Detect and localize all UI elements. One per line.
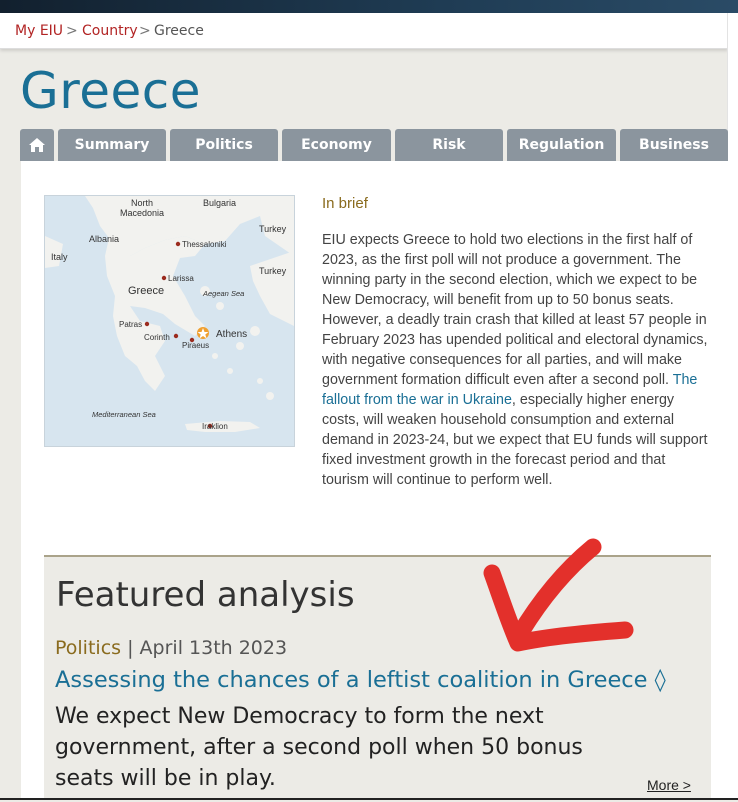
tab-summary[interactable]: Summary — [58, 129, 166, 161]
greece-map: North Macedonia Bulgaria Albania Thessal… — [44, 195, 295, 447]
breadcrumb-separator: > — [139, 23, 151, 39]
meta-separator: | — [127, 637, 134, 659]
scrollbar[interactable] — [727, 13, 738, 800]
top-bar — [0, 0, 738, 13]
svg-text:Piraeus: Piraeus — [182, 341, 209, 350]
breadcrumb-country[interactable]: Country — [82, 23, 138, 39]
red-arrow-annotation — [483, 538, 634, 652]
page-title: Greece — [20, 62, 201, 120]
tab-politics[interactable]: Politics — [170, 129, 278, 161]
in-brief-title: In brief — [322, 195, 368, 212]
svg-text:Larissa: Larissa — [168, 274, 194, 283]
svg-text:Greece: Greece — [128, 285, 164, 297]
tab-risk[interactable]: Risk — [395, 129, 503, 161]
featured-date: April 13th 2023 — [139, 637, 288, 659]
tab-regulation[interactable]: Regulation — [507, 129, 616, 161]
tab-business[interactable]: Business — [620, 129, 728, 161]
svg-text:Macedonia: Macedonia — [120, 208, 164, 218]
featured-category[interactable]: Politics — [55, 637, 121, 659]
svg-text:Corinth: Corinth — [144, 333, 170, 342]
main-content: North Macedonia Bulgaria Albania Thessal… — [21, 161, 728, 802]
breadcrumb: My EIU > Country > Greece — [0, 13, 728, 49]
svg-text:Turkey: Turkey — [259, 224, 287, 234]
in-brief-paragraph-start: EIU expects Greece to hold two elections… — [322, 232, 708, 388]
svg-text:North: North — [131, 198, 153, 208]
featured-article-link[interactable]: Assessing the chances of a leftist coali… — [55, 667, 666, 693]
breadcrumb-separator: > — [66, 23, 78, 39]
featured-summary: We expect New Democracy to form the next… — [55, 704, 583, 791]
svg-text:Turkey: Turkey — [259, 266, 287, 276]
breadcrumb-my-eiu[interactable]: My EIU — [15, 23, 63, 39]
svg-text:Albania: Albania — [89, 234, 119, 244]
breadcrumb-current: Greece — [154, 23, 204, 39]
map-graphic: North Macedonia Bulgaria Albania Thessal… — [45, 196, 294, 446]
svg-text:Mediterranean Sea: Mediterranean Sea — [92, 410, 156, 419]
svg-text:Aegean Sea: Aegean Sea — [202, 289, 244, 298]
svg-text:Iraklion: Iraklion — [202, 422, 228, 431]
featured-analysis-title: Featured analysis — [56, 575, 355, 615]
svg-text:Bulgaria: Bulgaria — [203, 198, 236, 208]
svg-text:Italy: Italy — [51, 252, 68, 262]
svg-text:Thessaloniki: Thessaloniki — [182, 240, 227, 249]
home-icon — [29, 138, 45, 152]
tab-economy[interactable]: Economy — [282, 129, 391, 161]
in-brief-text: EIU expects Greece to hold two elections… — [322, 230, 712, 490]
more-link[interactable]: More > — [647, 777, 691, 793]
tab-home[interactable] — [20, 129, 54, 161]
svg-text:Athens: Athens — [216, 329, 247, 340]
featured-meta: Politics | April 13th 2023 — [55, 637, 287, 659]
svg-text:Patras: Patras — [119, 320, 142, 329]
